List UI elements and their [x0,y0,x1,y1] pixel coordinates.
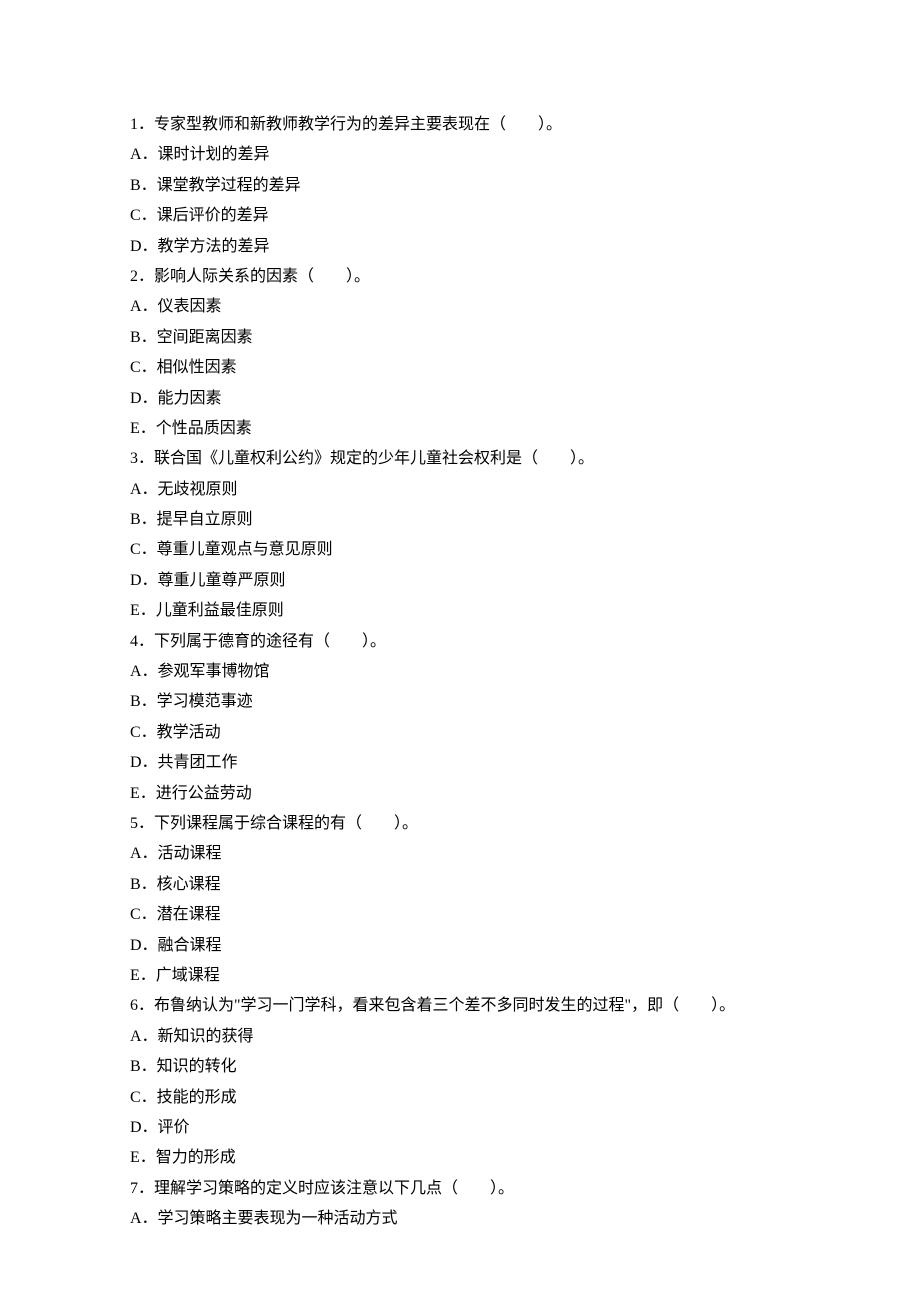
question-stem: 1．专家型教师和新教师教学行为的差异主要表现在（ ）。 [130,110,790,140]
question-option: D．评价 [130,1113,790,1143]
question-option: A．课时计划的差异 [130,140,790,170]
question-option: C．教学活动 [130,718,790,748]
question-option: A．学习策略主要表现为一种活动方式 [130,1204,790,1234]
question-option: D．融合课程 [130,931,790,961]
question-option: B．空间距离因素 [130,323,790,353]
question-option: D．教学方法的差异 [130,232,790,262]
question-stem: 5．下列课程属于综合课程的有（ ）。 [130,809,790,839]
question-option: A．活动课程 [130,839,790,869]
question-option: E．智力的形成 [130,1143,790,1173]
question-option: B．核心课程 [130,870,790,900]
question-option: A．无歧视原则 [130,475,790,505]
question-stem: 7．理解学习策略的定义时应该注意以下几点（ ）。 [130,1174,790,1204]
question-option: C．潜在课程 [130,900,790,930]
question-list: 1．专家型教师和新教师教学行为的差异主要表现在（ ）。A．课时计划的差异B．课堂… [130,110,790,1234]
question-stem: 6．布鲁纳认为"学习一门学科，看来包含着三个差不多同时发生的过程"，即（ ）。 [130,991,790,1021]
question-option: B．课堂教学过程的差异 [130,171,790,201]
question-option: E．广域课程 [130,961,790,991]
question-option: D．能力因素 [130,384,790,414]
question-option: E．儿童利益最佳原则 [130,596,790,626]
question-option: E．个性品质因素 [130,414,790,444]
question-option: C．尊重儿童观点与意见原则 [130,535,790,565]
question-stem: 4．下列属于德育的途径有（ ）。 [130,627,790,657]
question-option: B．学习模范事迹 [130,687,790,717]
question-option: D．共青团工作 [130,748,790,778]
question-option: C．技能的形成 [130,1083,790,1113]
question-stem: 3．联合国《儿童权利公约》规定的少年儿童社会权利是（ ）。 [130,444,790,474]
question-option: D．尊重儿童尊严原则 [130,566,790,596]
question-option: E．进行公益劳动 [130,779,790,809]
question-option: A．新知识的获得 [130,1022,790,1052]
question-option: B．提早自立原则 [130,505,790,535]
question-option: A．仪表因素 [130,292,790,322]
question-option: C．课后评价的差异 [130,201,790,231]
question-option: C．相似性因素 [130,353,790,383]
question-option: A．参观军事博物馆 [130,657,790,687]
question-stem: 2．影响人际关系的因素（ ）。 [130,262,790,292]
document-page: 1．专家型教师和新教师教学行为的差异主要表现在（ ）。A．课时计划的差异B．课堂… [0,0,920,1302]
question-option: B．知识的转化 [130,1052,790,1082]
